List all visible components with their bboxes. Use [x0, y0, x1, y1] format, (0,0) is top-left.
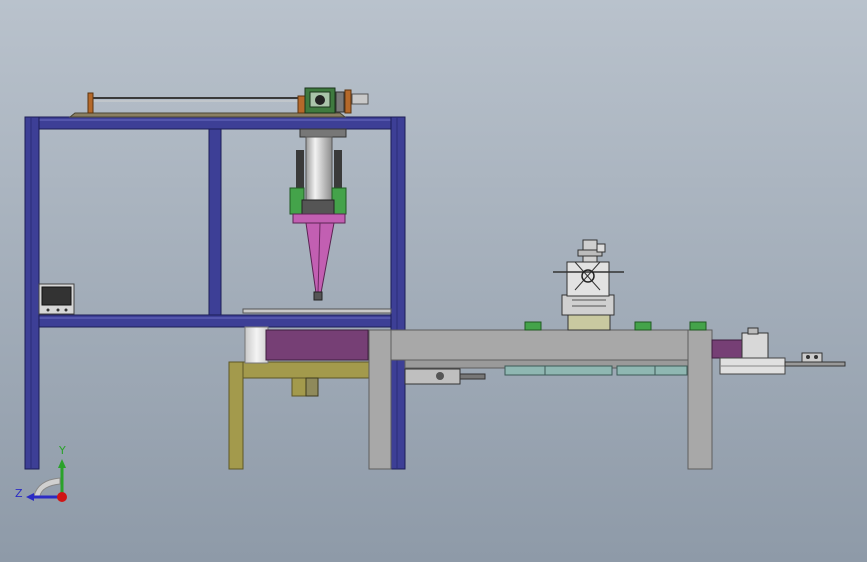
graphics-viewport[interactable]: Y Z	[0, 0, 867, 562]
hmi-screen[interactable]	[41, 286, 72, 306]
purple-rotary-plate[interactable]	[265, 329, 369, 361]
x-axis-dot-icon	[57, 492, 67, 502]
hmi-panel[interactable]	[38, 283, 75, 315]
rotary-table[interactable]	[244, 326, 369, 364]
viewport-background	[0, 0, 867, 562]
frame-center-post[interactable]	[208, 128, 222, 316]
frame-left-post[interactable]	[24, 116, 40, 470]
station-3[interactable]	[689, 321, 707, 331]
frame-right-post[interactable]	[390, 116, 406, 470]
triad-graphic	[26, 459, 67, 502]
station-2[interactable]	[634, 321, 652, 331]
frame-top-beam[interactable]	[24, 116, 406, 130]
frame-middle-beam[interactable]	[24, 314, 406, 328]
platen-plate[interactable]	[242, 308, 392, 314]
model-canvas[interactable]	[0, 0, 867, 562]
orientation-triad[interactable]	[20, 442, 72, 506]
station-1[interactable]	[524, 321, 542, 331]
